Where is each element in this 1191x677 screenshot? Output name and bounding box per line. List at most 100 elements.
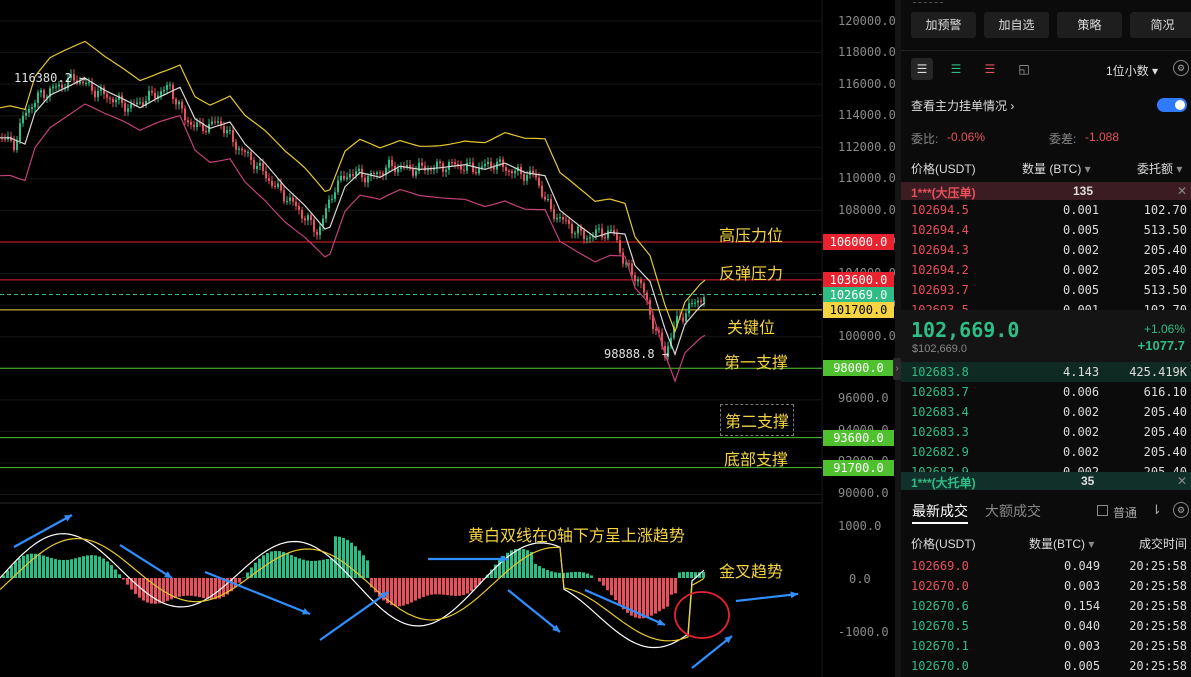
candle-body xyxy=(124,103,126,112)
macd-histogram-bar xyxy=(198,578,201,598)
macd-histogram-bar xyxy=(610,578,613,596)
big-ask-row[interactable]: 1***(大压单) 135 ✕ xyxy=(901,182,1191,200)
settings-icon[interactable]: ⚙ xyxy=(1173,60,1189,76)
candle-body xyxy=(427,169,429,171)
candle-body xyxy=(262,163,264,172)
macd-histogram-bar xyxy=(186,578,189,596)
bid-row[interactable]: 102682.9 0.002 205.40 xyxy=(901,442,1191,462)
decimal-select[interactable]: 1位小数 ▾ xyxy=(1106,62,1158,79)
candle-body xyxy=(697,300,699,303)
asks-only-view-icon[interactable]: ☰ xyxy=(979,58,1001,80)
macd-histogram-bar xyxy=(78,557,81,578)
macd-histogram-bar xyxy=(338,536,341,578)
main-orders-toggle[interactable] xyxy=(1157,98,1187,112)
candle-body xyxy=(523,174,525,181)
candle-body xyxy=(238,148,240,150)
candle-body xyxy=(340,175,342,181)
candle-body xyxy=(475,172,477,174)
overview-button[interactable]: 简况 xyxy=(1130,12,1191,38)
macd-histogram-bar xyxy=(66,559,69,578)
bids-only-view-icon[interactable]: ☰ xyxy=(945,58,967,80)
strategy-button[interactable]: 策略 xyxy=(1057,12,1122,38)
trade-row: 102670.5 0.040 20:25:58 xyxy=(901,616,1191,636)
macd-histogram-bar xyxy=(58,559,61,578)
depth-view-icon[interactable]: ◱ xyxy=(1013,58,1035,80)
candle-body xyxy=(472,162,474,173)
weicha-label: 委差: xyxy=(1049,132,1077,146)
candle-body xyxy=(400,167,402,169)
add-alert-button[interactable]: 加预警 xyxy=(911,12,976,38)
trade-price: 102670.0 xyxy=(911,659,969,673)
macd-histogram-bar xyxy=(122,578,125,580)
candle-body xyxy=(214,121,216,123)
trades-col-qty-label: 数量(BTC) xyxy=(1029,537,1085,551)
ask-row[interactable]: 102694.2 0.002 205.40 xyxy=(901,260,1191,280)
macd-histogram-bar xyxy=(90,555,93,578)
add-watchlist-button[interactable]: 加自选 xyxy=(984,12,1049,38)
candle-body xyxy=(166,85,168,90)
ask-row[interactable]: 102694.5 0.001 102.70 xyxy=(901,200,1191,220)
candle-body xyxy=(379,172,381,174)
trade-row: 102670.6 0.154 20:25:58 xyxy=(901,596,1191,616)
collapse-handle[interactable]: › xyxy=(893,358,901,380)
candle-body xyxy=(445,169,447,172)
macd-histogram-bar xyxy=(118,574,121,578)
candle-body xyxy=(190,122,192,125)
candle-body xyxy=(487,161,489,165)
macd-histogram-bar xyxy=(578,571,581,578)
price-chart[interactable]: 120000.0 118000.0 116000.0 114000.0 112000.0… xyxy=(0,0,896,677)
ask-row[interactable]: 102693.7 0.005 513.50 xyxy=(901,280,1191,300)
weibi-label: 委比: xyxy=(911,132,939,146)
tab-latest-trades[interactable]: 最新成交 xyxy=(912,501,968,521)
level-badge: 98000.0 xyxy=(823,360,894,377)
ask-price: 102694.3 xyxy=(911,243,969,257)
macd-histogram-bar xyxy=(590,575,593,578)
candle-body xyxy=(328,199,330,209)
annotation-second-support: 第二支撑 xyxy=(720,404,795,436)
candle-body xyxy=(256,165,258,169)
col-amount-header[interactable]: 委托额 ▾ xyxy=(1137,160,1182,177)
bid-row[interactable]: 102683.7 0.006 616.10 xyxy=(901,382,1191,402)
tab-large-trades[interactable]: 大额成交 xyxy=(985,501,1041,521)
col-qty-header[interactable]: 数量 (BTC) ▾ xyxy=(1022,160,1091,177)
bid-row[interactable]: 102683.8 4.143 425.419K xyxy=(901,362,1191,382)
candle-body xyxy=(22,115,24,124)
bid-row[interactable]: 102683.3 0.002 205.40 xyxy=(901,422,1191,442)
settings-icon[interactable]: ⚙ xyxy=(1173,502,1189,518)
ask-row[interactable]: 102694.4 0.005 513.50 xyxy=(901,220,1191,240)
macd-histogram-bar xyxy=(158,578,161,604)
filter-icon[interactable]: ⇂ xyxy=(1151,502,1162,518)
bid-amount: 205.40 xyxy=(1143,445,1187,459)
ask-amount: 513.50 xyxy=(1143,223,1187,237)
normal-checkbox[interactable] xyxy=(1097,505,1108,516)
candle-body xyxy=(181,101,183,109)
trade-time: 20:25:58 xyxy=(1129,639,1187,653)
macd-histogram-bar xyxy=(26,554,29,578)
close-icon[interactable]: ✕ xyxy=(1177,184,1187,198)
candle-body xyxy=(127,108,129,112)
macd-histogram-bar xyxy=(566,572,569,578)
candle-body xyxy=(226,130,228,134)
candle-body xyxy=(538,177,540,186)
candle-body xyxy=(178,101,180,105)
chevron-down-icon: ▾ xyxy=(1084,162,1091,176)
candle-body xyxy=(556,218,558,220)
ask-row[interactable]: 102694.3 0.002 205.40 xyxy=(901,240,1191,260)
candle-body xyxy=(610,230,612,232)
orderbook-panel: 加预警 加自选 策略 简况 ☰ ☰ ☰ ◱ 1位小数 ▾ ⚙ 查看主力挂单情况 … xyxy=(901,0,1191,677)
both-sides-view-icon[interactable]: ☰ xyxy=(911,58,933,80)
close-icon[interactable]: ✕ xyxy=(1177,474,1187,488)
bid-row[interactable]: 102683.4 0.002 205.40 xyxy=(901,402,1191,422)
bid-amount: 616.10 xyxy=(1143,385,1187,399)
big-bid-row[interactable]: 1***(大托单) 35 ✕ xyxy=(901,472,1191,490)
macd-histogram-bar xyxy=(274,550,277,578)
low-marker: 98888.8 → xyxy=(604,347,670,361)
candle-body xyxy=(268,178,270,181)
candle-body xyxy=(685,313,687,322)
candle-body xyxy=(43,90,45,99)
trades-col-qty[interactable]: 数量(BTC) ▾ xyxy=(1029,535,1094,552)
candle-body xyxy=(154,92,156,99)
macd-histogram-bar xyxy=(690,571,693,578)
candle-body xyxy=(628,263,630,265)
candle-body xyxy=(172,84,174,100)
